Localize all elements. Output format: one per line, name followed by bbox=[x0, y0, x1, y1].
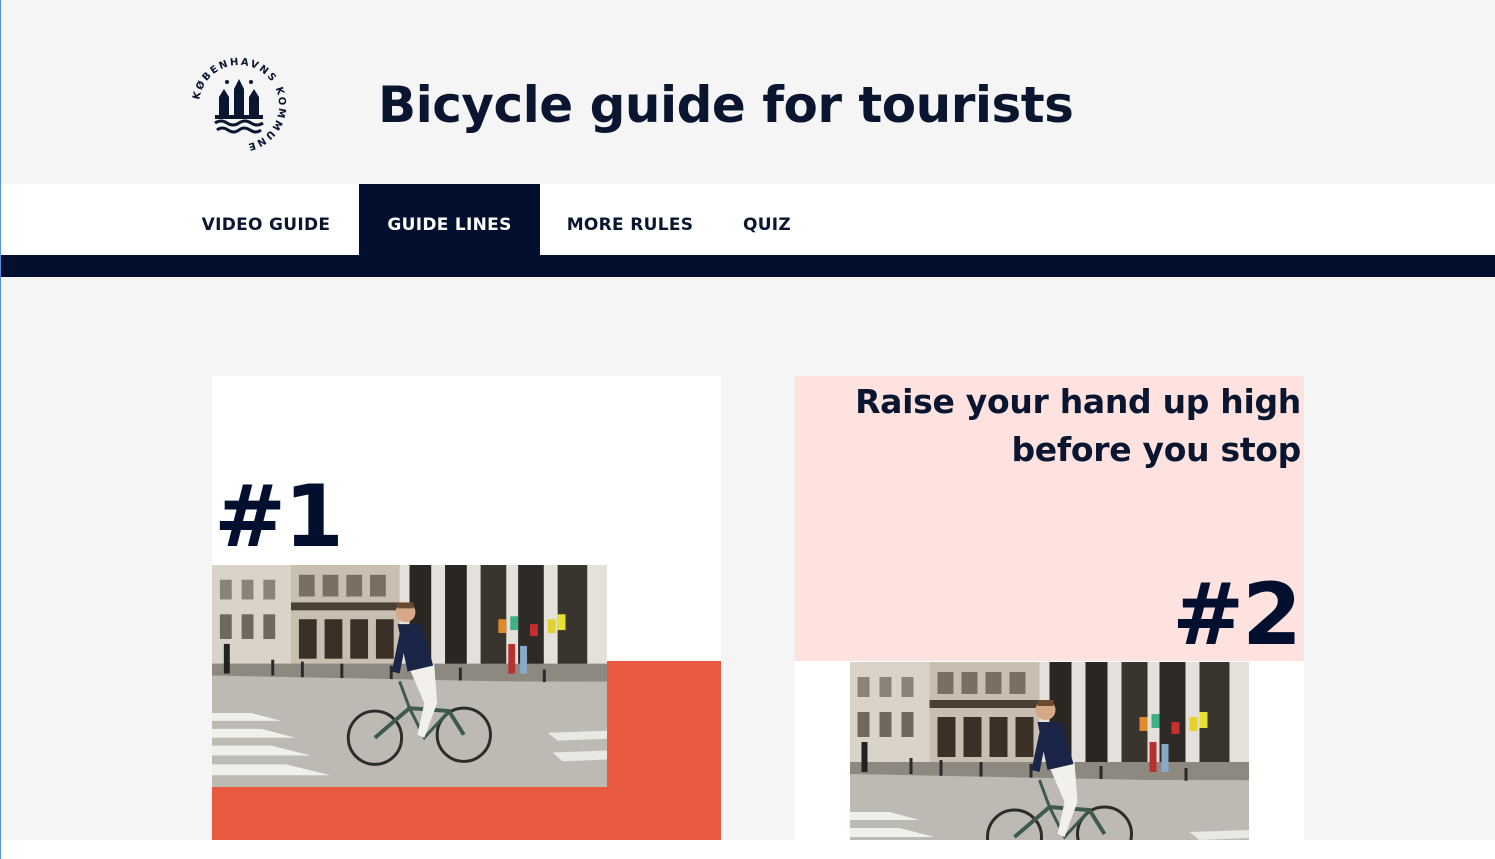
site-header: KØBENHAVNS KOMMUNE Bicycle guide for tou… bbox=[1, 0, 1495, 184]
page-title: Bicycle guide for tourists bbox=[378, 76, 1074, 134]
guideline-text-line-2: before you stop bbox=[1011, 430, 1301, 469]
app-window: KØBENHAVNS KOMMUNE Bicycle guide for tou… bbox=[0, 0, 1495, 859]
cyclist-photo bbox=[212, 565, 607, 787]
tab-video-guide[interactable]: VIDEO GUIDE bbox=[173, 184, 359, 255]
cyclist-photo bbox=[850, 662, 1249, 840]
guideline-number: #1 bbox=[214, 467, 344, 567]
guideline-text: Raise your hand up high before you stop bbox=[801, 378, 1301, 474]
tab-guide-lines[interactable]: GUIDE LINES bbox=[359, 184, 540, 255]
bottom-strip bbox=[1, 840, 1495, 859]
tab-quiz[interactable]: QUIZ bbox=[720, 184, 814, 255]
guideline-text-line-1: Raise your hand up high bbox=[855, 382, 1301, 421]
koebenhavns-kommune-logo[interactable]: KØBENHAVNS KOMMUNE bbox=[189, 55, 289, 155]
guideline-card-1[interactable]: #1 bbox=[212, 376, 721, 840]
guideline-card-2[interactable]: Raise your hand up high before you stop #… bbox=[795, 376, 1304, 840]
tab-more-rules[interactable]: MORE RULES bbox=[540, 184, 720, 255]
guideline-number: #2 bbox=[1172, 565, 1302, 665]
main-navigation: VIDEO GUIDE GUIDE LINES MORE RULES QUIZ bbox=[1, 184, 1495, 255]
nav-underline-bar bbox=[1, 255, 1495, 277]
